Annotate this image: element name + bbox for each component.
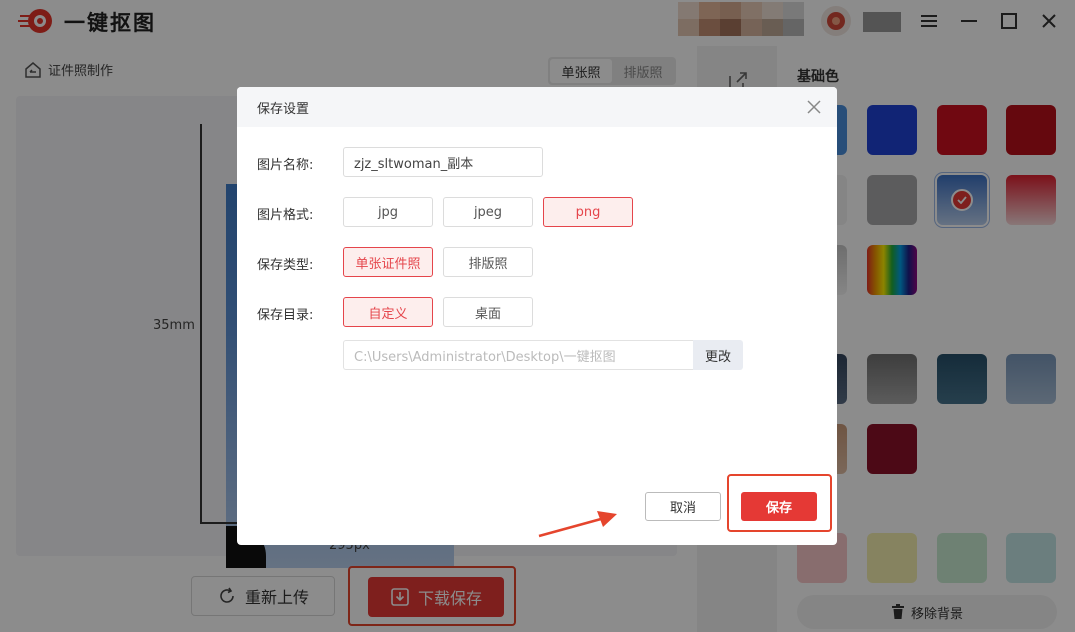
image-name-input[interactable] [343, 147, 543, 177]
dir-option-desktop[interactable]: 桌面 [443, 297, 533, 327]
save-button[interactable]: 保存 [741, 492, 817, 521]
change-path-button[interactable]: 更改 [693, 340, 743, 370]
annotation-arrow-icon [538, 511, 617, 538]
image-format-label: 图片格式: [257, 208, 314, 223]
dialog-header: 保存设置 [237, 87, 837, 127]
save-highlight: 保存 [727, 474, 832, 532]
format-option-png[interactable]: png [543, 197, 633, 227]
format-option-jpeg[interactable]: jpeg [443, 197, 533, 227]
type-option-single[interactable]: 单张证件照 [343, 247, 433, 277]
save-path-input[interactable] [343, 340, 693, 370]
dialog-close-icon[interactable] [805, 98, 823, 116]
type-option-layout[interactable]: 排版照 [443, 247, 533, 277]
image-name-label: 图片名称: [257, 158, 314, 173]
save-dir-label: 保存目录: [257, 308, 314, 323]
dialog-title: 保存设置 [257, 101, 310, 117]
save-type-label: 保存类型: [257, 258, 314, 273]
dir-option-custom[interactable]: 自定义 [343, 297, 433, 327]
format-option-jpg[interactable]: jpg [343, 197, 433, 227]
cancel-button[interactable]: 取消 [645, 492, 721, 521]
